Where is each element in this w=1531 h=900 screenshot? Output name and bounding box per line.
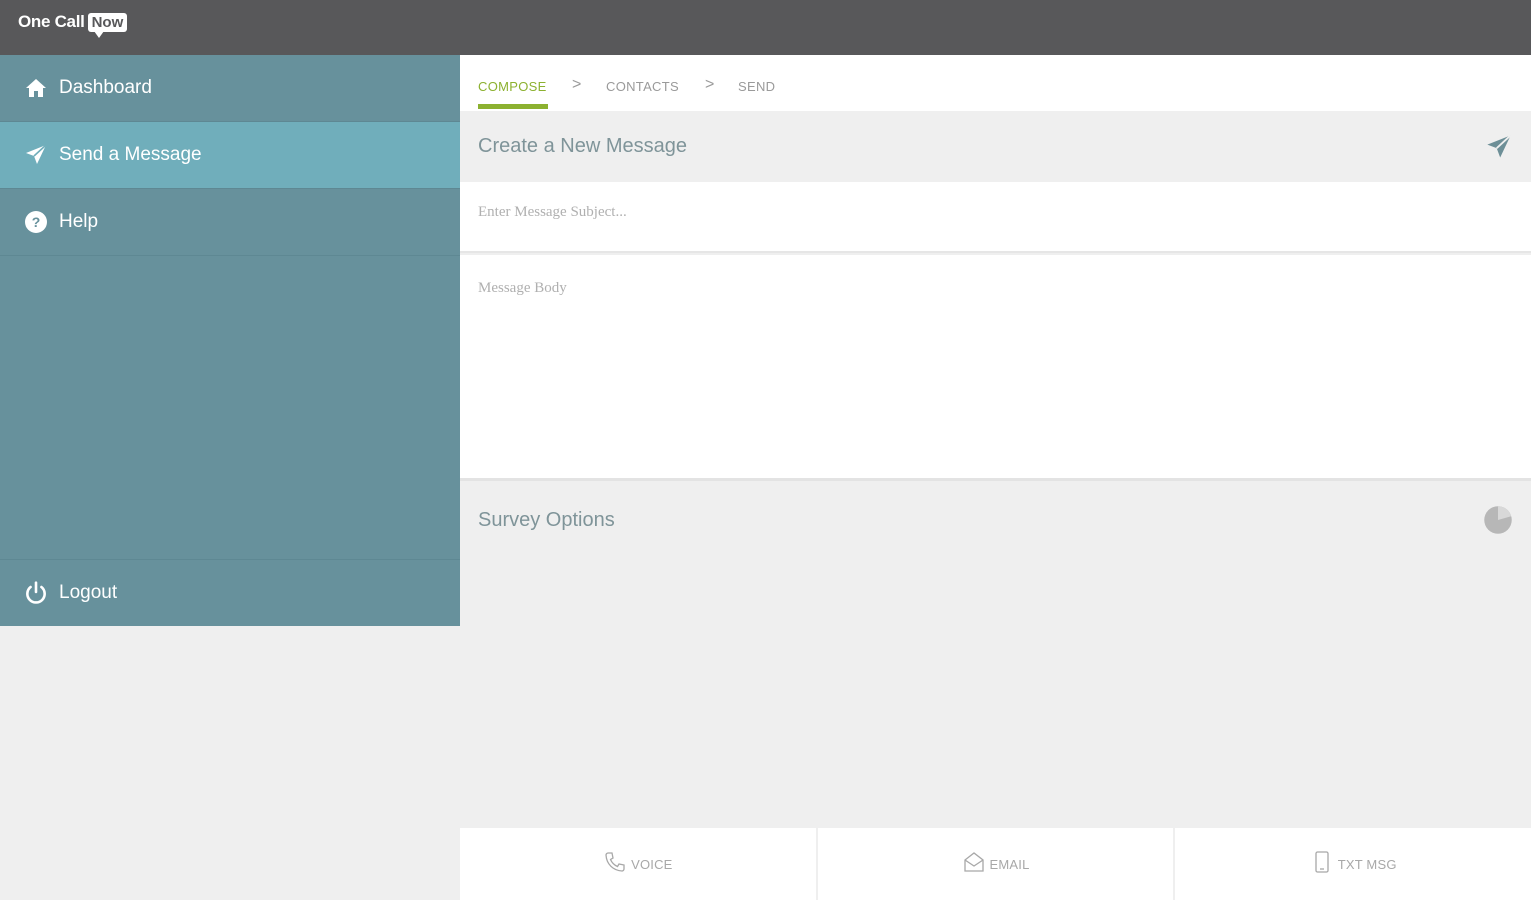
logo-text: One Call [18, 12, 85, 31]
step-separator: > [572, 76, 582, 93]
main-content: COMPOSE > CONTACTS > SEND Create a New M… [460, 55, 1531, 900]
send-icon[interactable] [1485, 133, 1513, 166]
phone-icon [603, 850, 627, 879]
step-separator: > [705, 76, 715, 93]
step-compose[interactable]: COMPOSE [478, 79, 547, 94]
channel-label: EMAIL [989, 856, 1030, 872]
compose-title: Create a New Message [478, 135, 687, 157]
sidebar-item-label: Dashboard [59, 77, 152, 98]
step-contacts[interactable]: CONTACTS [606, 79, 679, 94]
send-icon [23, 142, 49, 168]
mobile-icon [1310, 850, 1334, 879]
sidebar-item-help[interactable]: ? Help [0, 189, 460, 256]
svg-text:?: ? [32, 214, 41, 230]
subject-input[interactable] [478, 204, 1478, 221]
sidebar-item-send-message[interactable]: Send a Message [0, 122, 460, 189]
survey-options-title: Survey Options [478, 509, 615, 531]
channel-txt-msg-button[interactable]: TXT MSG [1173, 828, 1531, 900]
channel-label: VOICE [631, 856, 673, 872]
compose-header: Create a New Message [460, 111, 1531, 182]
app-logo: One Call Now [18, 12, 128, 38]
channel-voice-button[interactable]: VOICE [460, 828, 816, 900]
help-icon: ? [23, 209, 49, 235]
pie-chart-icon[interactable] [1483, 505, 1513, 540]
active-step-indicator [478, 104, 548, 109]
sidebar-item-label: Send a Message [59, 144, 202, 165]
home-icon [23, 75, 49, 101]
message-body-container [460, 255, 1531, 481]
logout-label: Logout [59, 582, 118, 603]
sidebar: Dashboard Send a Message ? Help Logout [0, 55, 460, 626]
channel-label: TXT MSG [1337, 856, 1397, 872]
channel-email-button[interactable]: EMAIL [815, 828, 1174, 900]
channel-bar: VOICE EMAIL TXT MSG [460, 828, 1531, 900]
survey-options-header[interactable]: Survey Options [460, 484, 1531, 554]
message-body-input[interactable] [478, 280, 1508, 460]
top-bar: One Call Now [0, 0, 1531, 55]
logout-button[interactable]: Logout [0, 559, 460, 626]
power-icon [23, 580, 49, 606]
envelope-icon [962, 850, 986, 879]
subject-field-container [460, 182, 1531, 253]
wizard-steps: COMPOSE > CONTACTS > SEND [460, 55, 1531, 111]
step-send[interactable]: SEND [738, 79, 775, 94]
sidebar-item-dashboard[interactable]: Dashboard [0, 55, 460, 122]
sidebar-item-label: Help [59, 211, 99, 232]
logo-badge: Now [87, 12, 128, 38]
